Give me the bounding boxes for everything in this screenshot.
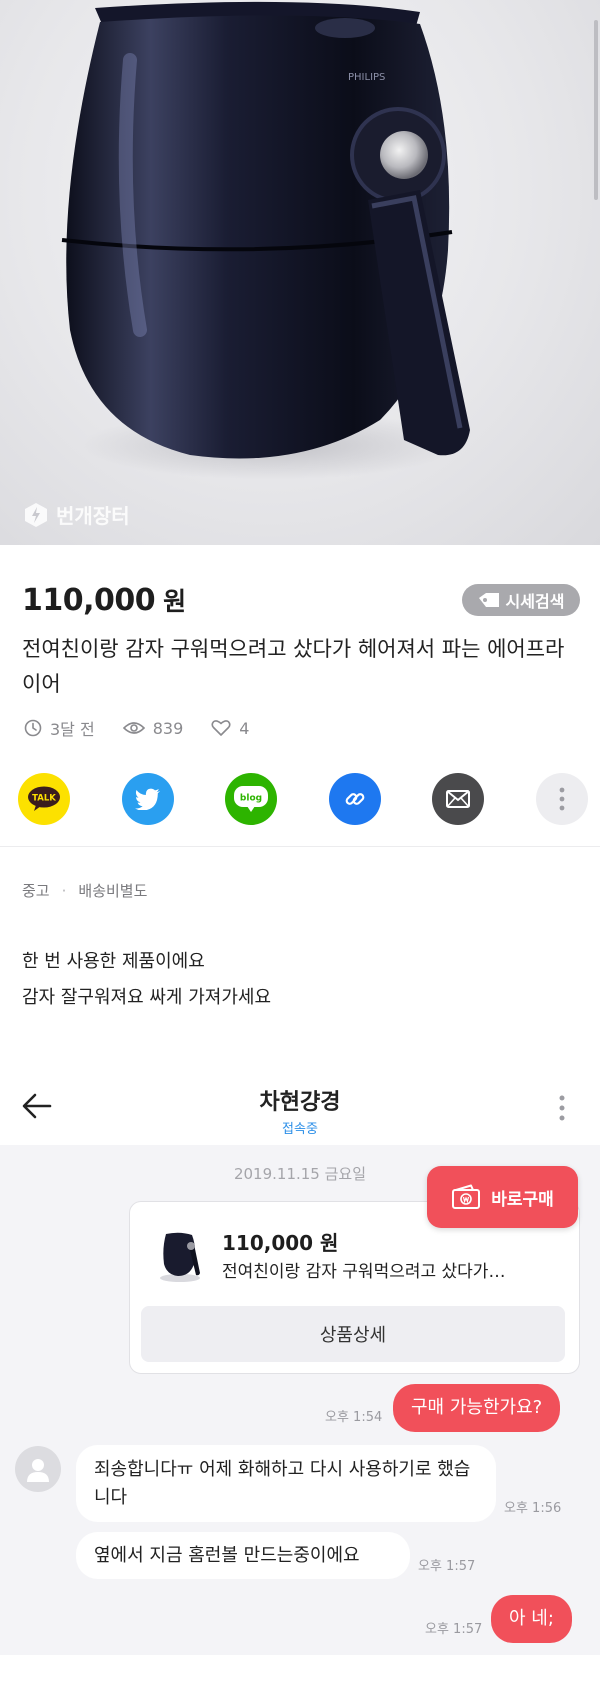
watermark-text: 번개장터: [56, 504, 130, 528]
price: 110,000: [22, 583, 156, 618]
message-bubble-sent[interactable]: 아 네;: [491, 1595, 572, 1643]
default-user-icon: [27, 1459, 49, 1482]
share-link-button[interactable]: [328, 773, 381, 825]
message-time: 오후 1:57: [418, 1559, 476, 1574]
currency: 원: [163, 587, 187, 616]
online-status: 접속중: [282, 1122, 318, 1137]
price-row: 110,000 원: [22, 582, 186, 618]
blog-icon: blog: [234, 786, 269, 812]
kakao-label: TALK: [32, 794, 56, 804]
eye-icon: [122, 722, 145, 734]
description-line: 한 번 사용한 제품이에요: [22, 951, 205, 972]
message-time: 오후 1:56: [504, 1501, 562, 1516]
buy-now-button[interactable]: 바로구매: [427, 1166, 578, 1228]
message-text: 구매 가능한가요?: [411, 1397, 543, 1418]
condition: 중고: [22, 882, 50, 900]
share-mail-button[interactable]: [432, 773, 485, 825]
shipping: 배송비별도: [78, 882, 148, 900]
product-detail-button[interactable]: 상품상세: [141, 1306, 565, 1362]
product-meta: 3달 전 839 4: [24, 716, 249, 740]
buy-now-label: 바로구매: [491, 1189, 554, 1210]
section-divider: [0, 846, 600, 847]
share-more-button[interactable]: [535, 773, 588, 825]
message-bubble-received[interactable]: 죄송합니다ㅠ 어제 화해하고 다시 사용하기로 했습니다: [76, 1445, 496, 1522]
message-bubble-received[interactable]: 옆에서 지금 홈런볼 만드는중이에요: [76, 1532, 410, 1579]
message-time: 오후 1:54: [325, 1410, 383, 1425]
clock-icon: [24, 719, 42, 737]
product-thumbnail[interactable]: [152, 1226, 210, 1284]
message-bubble-sent[interactable]: 구매 가능한가요?: [393, 1384, 561, 1432]
meta-views: 839: [122, 718, 184, 738]
brand-logo: PHILIPS: [348, 72, 385, 83]
meta-time: 3달 전: [24, 716, 95, 740]
twitter-bird-icon: [134, 788, 160, 810]
chat-menu-icon[interactable]: [556, 1093, 568, 1123]
avatar[interactable]: [15, 1446, 61, 1492]
card-price: 110,000 원: [222, 1231, 339, 1255]
condition-row: 중고 · 배송비별도: [22, 880, 147, 901]
price-tag-icon: [478, 593, 499, 607]
wallet-icon: [452, 1184, 481, 1209]
heart-icon: [211, 720, 231, 736]
mail-icon: [446, 790, 471, 808]
share-row: TALK blog: [18, 773, 588, 825]
product-title: 전여친이랑 감자 구워먹으려고 샀다가 헤어져서 파는 에어프라이어: [22, 637, 565, 696]
link-icon: [345, 793, 365, 805]
market-search-button[interactable]: 시세검색: [462, 584, 580, 616]
scrollbar[interactable]: [594, 20, 598, 200]
message-text: 아 네;: [509, 1608, 554, 1629]
air-fryer-illustration: PHILIPS: [61, 1, 470, 459]
share-blog-button[interactable]: blog: [225, 773, 278, 825]
more-vertical-icon: [559, 787, 565, 811]
product-description: 한 번 사용한 제품이에요 감자 잘구워져요 싸게 가져가세요: [22, 944, 271, 1016]
share-twitter-button[interactable]: [121, 773, 174, 825]
product-image[interactable]: PHILIPS 번개장터: [0, 0, 600, 545]
meta-likes: 4: [211, 719, 249, 738]
dot-separator: ·: [61, 881, 67, 900]
card-title: 전여친이랑 감자 구워먹으려고 샀다가…: [222, 1262, 506, 1282]
message-time: 오후 1:57: [425, 1622, 483, 1637]
meta-likes-text: 4: [239, 718, 250, 738]
share-kakao-button[interactable]: TALK: [18, 773, 70, 825]
chat-partner-name: 차현걍경: [259, 1090, 341, 1115]
meta-views-text: 839: [152, 718, 184, 738]
message-text: 옆에서 지금 홈런볼 만드는중이에요: [94, 1544, 360, 1566]
market-search-label: 시세검색: [505, 592, 565, 611]
kakaotalk-icon: TALK: [28, 786, 60, 811]
description-line: 감자 잘구워져요 싸게 가져가세요: [22, 987, 272, 1008]
blog-label: blog: [240, 794, 262, 804]
message-text: 죄송합니다ㅠ 어제 화해하고 다시 사용하기로 했습니다: [94, 1458, 471, 1508]
meta-time-text: 3달 전: [50, 720, 95, 739]
bunjang-logo-icon: [25, 502, 47, 527]
watermark: 번개장터: [24, 500, 130, 529]
